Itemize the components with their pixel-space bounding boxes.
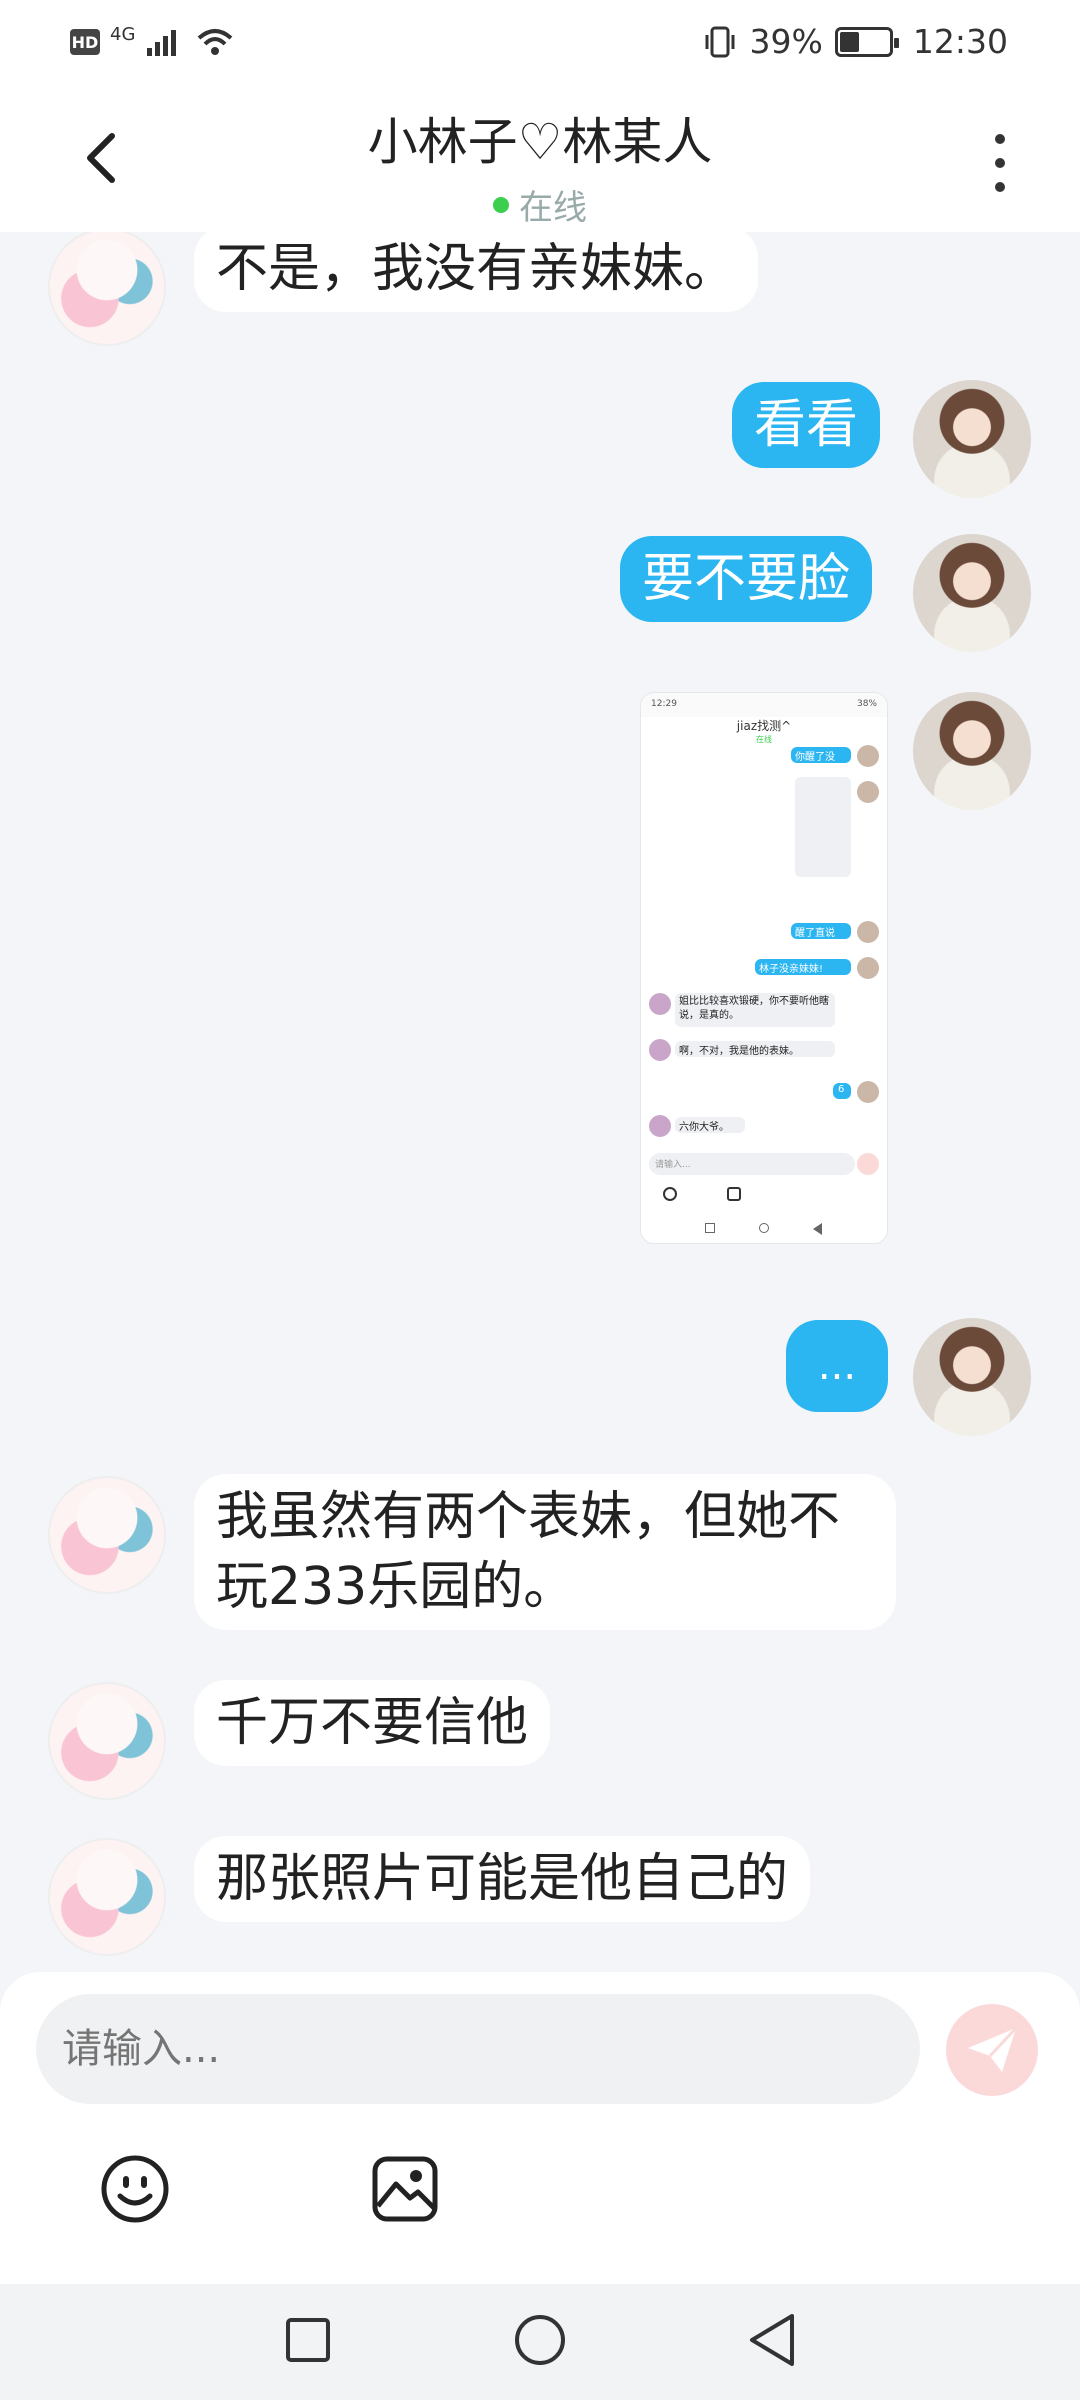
battery-fill bbox=[839, 31, 859, 52]
signal-icon bbox=[147, 30, 177, 56]
send-icon[interactable] bbox=[946, 2004, 1038, 2096]
shot-avatar bbox=[857, 921, 879, 943]
wifi-icon bbox=[198, 29, 233, 55]
shot-statusbar: 12:29 38% bbox=[641, 693, 887, 717]
shot-send-icon bbox=[857, 1153, 879, 1175]
shot-avatar bbox=[857, 745, 879, 767]
message-line: 我虽然有两个表妹，但她不 bbox=[216, 1487, 841, 1547]
status-bar: HD 4G 39% 12:30 bbox=[0, 0, 1080, 92]
image-message[interactable]: 12:29 38% jiaz找测^ 在线 你醒了没 醒了直说 林子没亲妹妹! 姐… bbox=[640, 692, 888, 1244]
message-bubble[interactable]: 我虽然有两个表妹，但她不 玩233乐园的。 bbox=[194, 1474, 896, 1630]
avatar-self[interactable] bbox=[913, 1318, 1031, 1436]
avatar-other[interactable] bbox=[48, 1682, 166, 1800]
clock: 12:30 bbox=[912, 22, 1008, 61]
shot-bubble: 六你大爷。 bbox=[675, 1117, 745, 1133]
shot-bubble: 你醒了没 bbox=[791, 747, 851, 763]
shot-battery: 38% bbox=[856, 699, 877, 709]
avatar-self[interactable] bbox=[913, 692, 1031, 810]
more-dot bbox=[995, 158, 1005, 168]
circle-icon[interactable] bbox=[508, 2308, 572, 2372]
online-status-label: 在线 bbox=[519, 188, 587, 228]
shot-bubble: 6 bbox=[833, 1083, 851, 1099]
message-input[interactable] bbox=[36, 1994, 920, 2104]
battery-icon bbox=[834, 26, 899, 57]
shot-nav-circle-icon bbox=[759, 1223, 769, 1233]
emoji-icon[interactable] bbox=[98, 2152, 172, 2226]
shot-avatar bbox=[649, 993, 671, 1015]
page-title: 小林子♡林某人 bbox=[367, 113, 713, 171]
image-icon[interactable] bbox=[368, 2152, 442, 2226]
system-nav-bar bbox=[0, 2284, 1080, 2400]
shot-bubble: 林子没亲妹妹! bbox=[755, 959, 851, 975]
shot-avatar bbox=[857, 957, 879, 979]
shot-avatar bbox=[857, 781, 879, 803]
message-bubble[interactable]: ... bbox=[786, 1320, 888, 1412]
shot-subtitle: 在线 bbox=[756, 735, 772, 744]
message-bubble[interactable]: 那张照片可能是他自己的 bbox=[194, 1836, 811, 1922]
shot-image-icon bbox=[727, 1187, 741, 1201]
shot-input: 请输入... bbox=[649, 1153, 855, 1175]
avatar-other[interactable] bbox=[48, 1838, 166, 1956]
message-line: 玩233乐园的。 bbox=[216, 1557, 576, 1617]
shot-bubble: 姐比比较喜欢锻硬，你不要听他瞎说，是真的。 bbox=[675, 993, 835, 1027]
network-label: 4G bbox=[110, 23, 136, 45]
avatar-self[interactable] bbox=[913, 380, 1031, 498]
avatar-self[interactable] bbox=[913, 534, 1031, 652]
shot-time: 12:29 bbox=[651, 699, 677, 709]
shot-avatar bbox=[857, 1081, 879, 1103]
more-vertical-icon[interactable] bbox=[980, 128, 1020, 198]
online-status: 在线 bbox=[240, 180, 840, 229]
hd-badge: HD bbox=[70, 29, 100, 55]
shot-avatar bbox=[649, 1115, 671, 1137]
chat-area[interactable]: 不是，我没有亲妹妹。 看看 要不要脸 12:29 38% jiaz找测^ 在线 … bbox=[0, 232, 1080, 1972]
avatar-other[interactable] bbox=[48, 1476, 166, 1594]
shot-avatar bbox=[649, 1039, 671, 1061]
battery-percent: 39% bbox=[749, 22, 823, 61]
shot-title-text: jiaz找测^ bbox=[736, 719, 792, 733]
message-bubble[interactable]: 要不要脸 bbox=[620, 536, 873, 622]
shot-bubble: 醒了直说 bbox=[791, 923, 851, 939]
shot-bubble: 啊，不对，我是他的表妹。 bbox=[675, 1041, 835, 1057]
back-arrow-icon[interactable] bbox=[70, 128, 130, 188]
chat-header: 小林子♡林某人 在线 bbox=[0, 92, 1080, 232]
shot-nav-square-icon bbox=[705, 1223, 715, 1233]
shot-emoji-icon bbox=[663, 1187, 677, 1201]
vibrate-icon bbox=[705, 26, 735, 57]
square-icon[interactable] bbox=[276, 2308, 340, 2372]
title-block: 小林子♡林某人 在线 bbox=[240, 102, 840, 229]
status-left: HD 4G bbox=[70, 23, 235, 58]
more-dot bbox=[995, 182, 1005, 192]
message-bubble[interactable]: 不是，我没有亲妹妹。 bbox=[194, 232, 759, 312]
shot-nested-image bbox=[795, 777, 851, 877]
message-bubble[interactable]: 看看 bbox=[732, 382, 881, 468]
shot-nav-back-icon bbox=[813, 1223, 822, 1235]
input-bar bbox=[0, 1972, 1080, 2284]
triangle-back-icon[interactable] bbox=[740, 2308, 804, 2372]
message-bubble[interactable]: 千万不要信他 bbox=[194, 1680, 551, 1766]
status-right: 39% 12:30 bbox=[702, 22, 1008, 61]
more-dot bbox=[995, 134, 1005, 144]
shot-title: jiaz找测^ 在线 bbox=[641, 717, 887, 744]
avatar-other[interactable] bbox=[48, 232, 166, 346]
online-dot-icon bbox=[493, 196, 509, 213]
